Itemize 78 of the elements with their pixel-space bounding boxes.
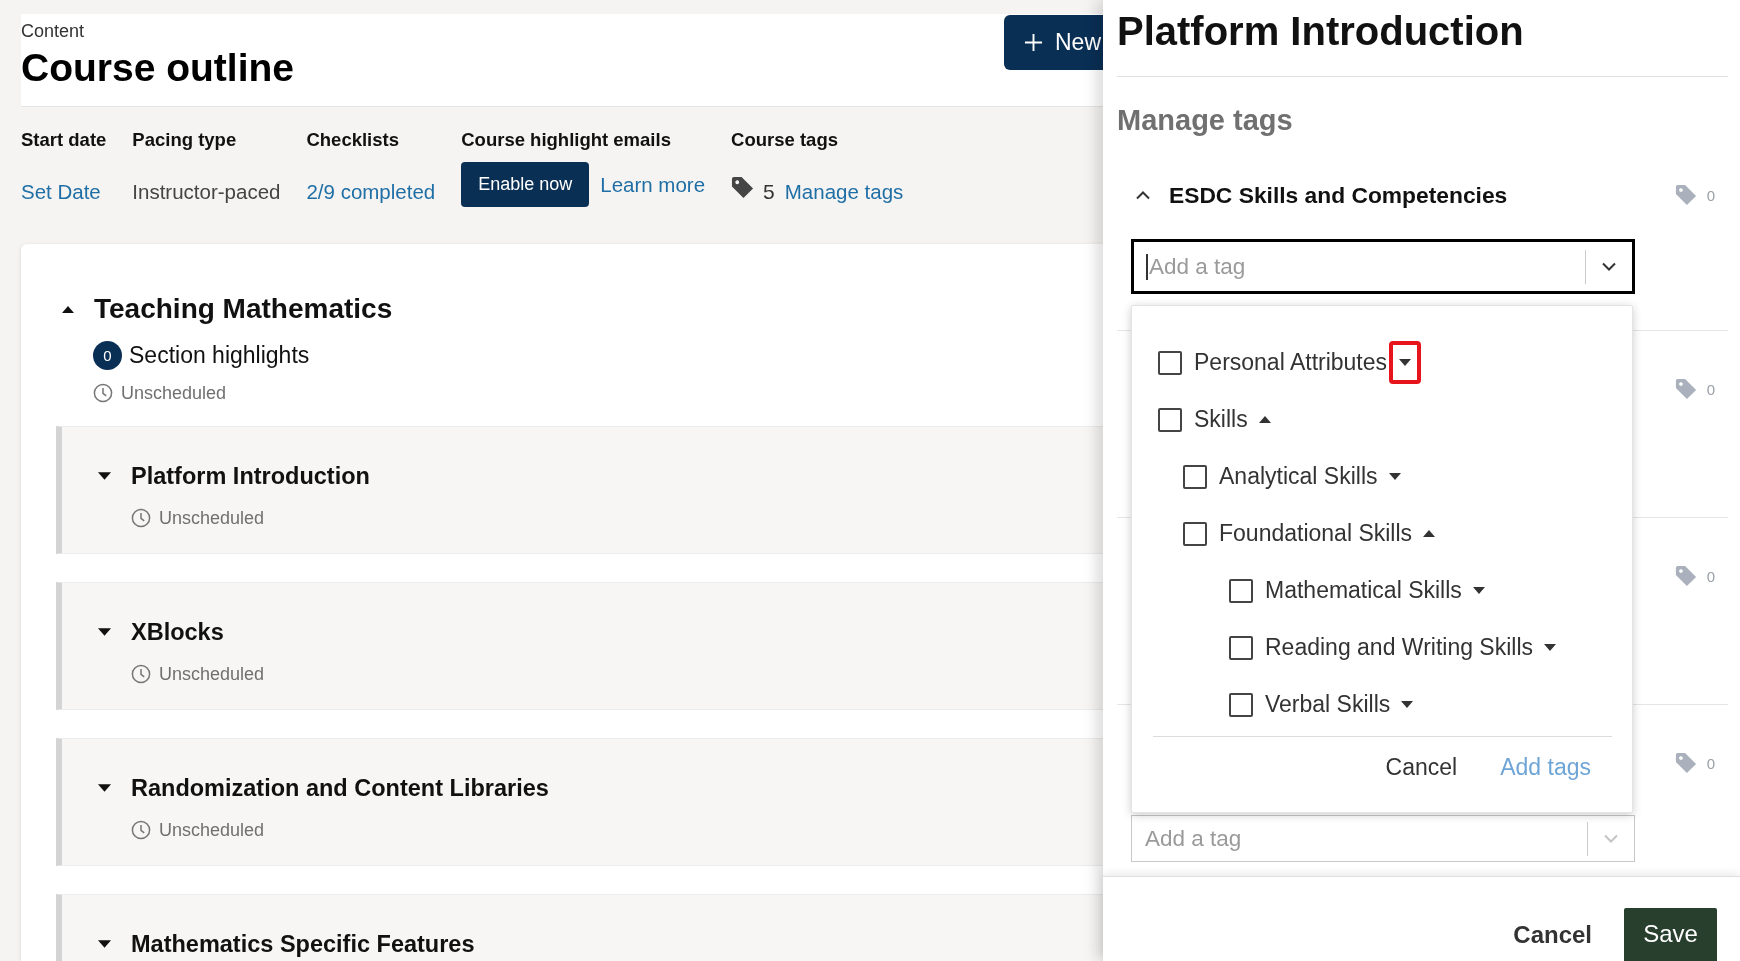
subsection-title: XBlocks bbox=[131, 618, 224, 646]
cancel-button[interactable]: Cancel bbox=[1385, 753, 1458, 781]
save-button[interactable]: Save bbox=[1624, 908, 1717, 961]
caret-down-icon[interactable] bbox=[1472, 587, 1485, 594]
panel-title: Platform Introduction bbox=[1117, 8, 1525, 54]
info-label: Checklists bbox=[306, 129, 400, 151]
clock-icon bbox=[131, 664, 151, 684]
tag-count: 0 bbox=[1706, 754, 1715, 772]
tag-count: 5 bbox=[763, 179, 775, 205]
caret-down-icon[interactable] bbox=[98, 784, 111, 792]
info-value: Instructor-paced bbox=[132, 179, 281, 205]
status-label: Unscheduled bbox=[159, 508, 265, 528]
caret-up-icon[interactable] bbox=[1258, 416, 1271, 423]
subsection-title: Platform Introduction bbox=[131, 462, 370, 490]
section-highlights-button[interactable]: 0 Section highlights bbox=[93, 341, 310, 370]
tag-input[interactable]: Add a tag bbox=[1148, 251, 1585, 282]
tag-option-label[interactable]: Skills bbox=[1194, 406, 1248, 433]
tag-option-label[interactable]: Foundational Skills bbox=[1219, 520, 1413, 547]
checkbox[interactable] bbox=[1183, 521, 1207, 546]
caret-up-icon[interactable] bbox=[62, 305, 74, 313]
info-label: Start date bbox=[21, 129, 107, 151]
checkbox[interactable] bbox=[1229, 578, 1253, 603]
status-label: Unscheduled bbox=[159, 664, 265, 684]
caret-down-icon[interactable] bbox=[1544, 644, 1557, 651]
tag-count: 0 bbox=[1706, 380, 1715, 398]
section-title: Teaching Mathematics bbox=[94, 293, 393, 325]
info-label: Pacing type bbox=[132, 129, 238, 151]
tag-icon bbox=[1674, 184, 1697, 206]
tag-option-label[interactable]: Verbal Skills bbox=[1265, 691, 1391, 718]
tag-option-label[interactable]: Mathematical Skills bbox=[1265, 577, 1462, 604]
subsection-title: Mathematics Specific Features bbox=[131, 930, 475, 958]
tag-count: 0 bbox=[1706, 186, 1715, 204]
status-label: Unscheduled bbox=[159, 820, 265, 840]
info-label: Course tags bbox=[731, 129, 839, 151]
checkbox[interactable] bbox=[1183, 464, 1207, 489]
text-cursor-icon bbox=[1146, 253, 1148, 280]
tag-icon bbox=[1674, 565, 1697, 587]
cancel-button[interactable]: Cancel bbox=[1513, 915, 1592, 955]
subsection-title: Randomization and Content Libraries bbox=[131, 774, 549, 802]
breadcrumb: Content bbox=[21, 21, 86, 41]
checkbox[interactable] bbox=[1158, 407, 1182, 432]
panel-heading: Manage tags bbox=[1117, 103, 1294, 137]
tag-count: 0 bbox=[1706, 567, 1715, 585]
info-link[interactable]: Set Date bbox=[21, 177, 101, 207]
page-title: Course outline bbox=[21, 46, 295, 90]
tag-option-label[interactable]: Personal Attributes bbox=[1194, 349, 1388, 376]
clock-icon bbox=[131, 508, 151, 528]
tag-icon bbox=[731, 176, 755, 199]
caret-down-icon[interactable] bbox=[98, 472, 111, 480]
tag-option-label[interactable]: Analytical Skills bbox=[1219, 463, 1378, 490]
enable-button[interactable]: Enable now bbox=[461, 162, 590, 207]
info-label: Course highlight emails bbox=[461, 129, 672, 151]
caret-down-icon[interactable] bbox=[1399, 359, 1412, 366]
count-badge: 0 bbox=[93, 341, 122, 370]
checkbox[interactable] bbox=[1158, 350, 1182, 375]
plus-icon bbox=[1024, 33, 1043, 52]
checkbox[interactable] bbox=[1229, 635, 1253, 660]
chevron-down-icon[interactable] bbox=[1601, 261, 1617, 272]
new-button[interactable]: New bbox=[1004, 15, 1103, 70]
tag-icon bbox=[1674, 752, 1697, 774]
status-label: Unscheduled bbox=[121, 383, 227, 403]
learn-more-link[interactable]: Learn more bbox=[600, 169, 706, 200]
checkbox[interactable] bbox=[1229, 692, 1253, 717]
caret-down-icon[interactable] bbox=[98, 628, 111, 636]
chevron-up-icon[interactable] bbox=[1135, 190, 1151, 200]
tag-input[interactable]: Add a tag bbox=[1144, 823, 1587, 854]
caret-up-icon[interactable] bbox=[1423, 530, 1436, 537]
clock-icon bbox=[131, 820, 151, 840]
tag-option-label[interactable]: Reading and Writing Skills bbox=[1265, 634, 1534, 661]
caret-down-icon[interactable] bbox=[1388, 473, 1401, 480]
tag-combobox[interactable]: Add a tag bbox=[1131, 239, 1635, 294]
caret-down-icon[interactable] bbox=[1401, 701, 1414, 708]
manage-tags-link[interactable]: Manage tags bbox=[784, 177, 904, 207]
taxonomy-title: ESDC Skills and Competencies bbox=[1169, 181, 1508, 209]
info-link[interactable]: 2/9 completed bbox=[306, 177, 436, 207]
caret-down-icon[interactable] bbox=[98, 940, 111, 948]
clock-icon bbox=[93, 383, 113, 403]
tag-icon bbox=[1674, 378, 1697, 400]
